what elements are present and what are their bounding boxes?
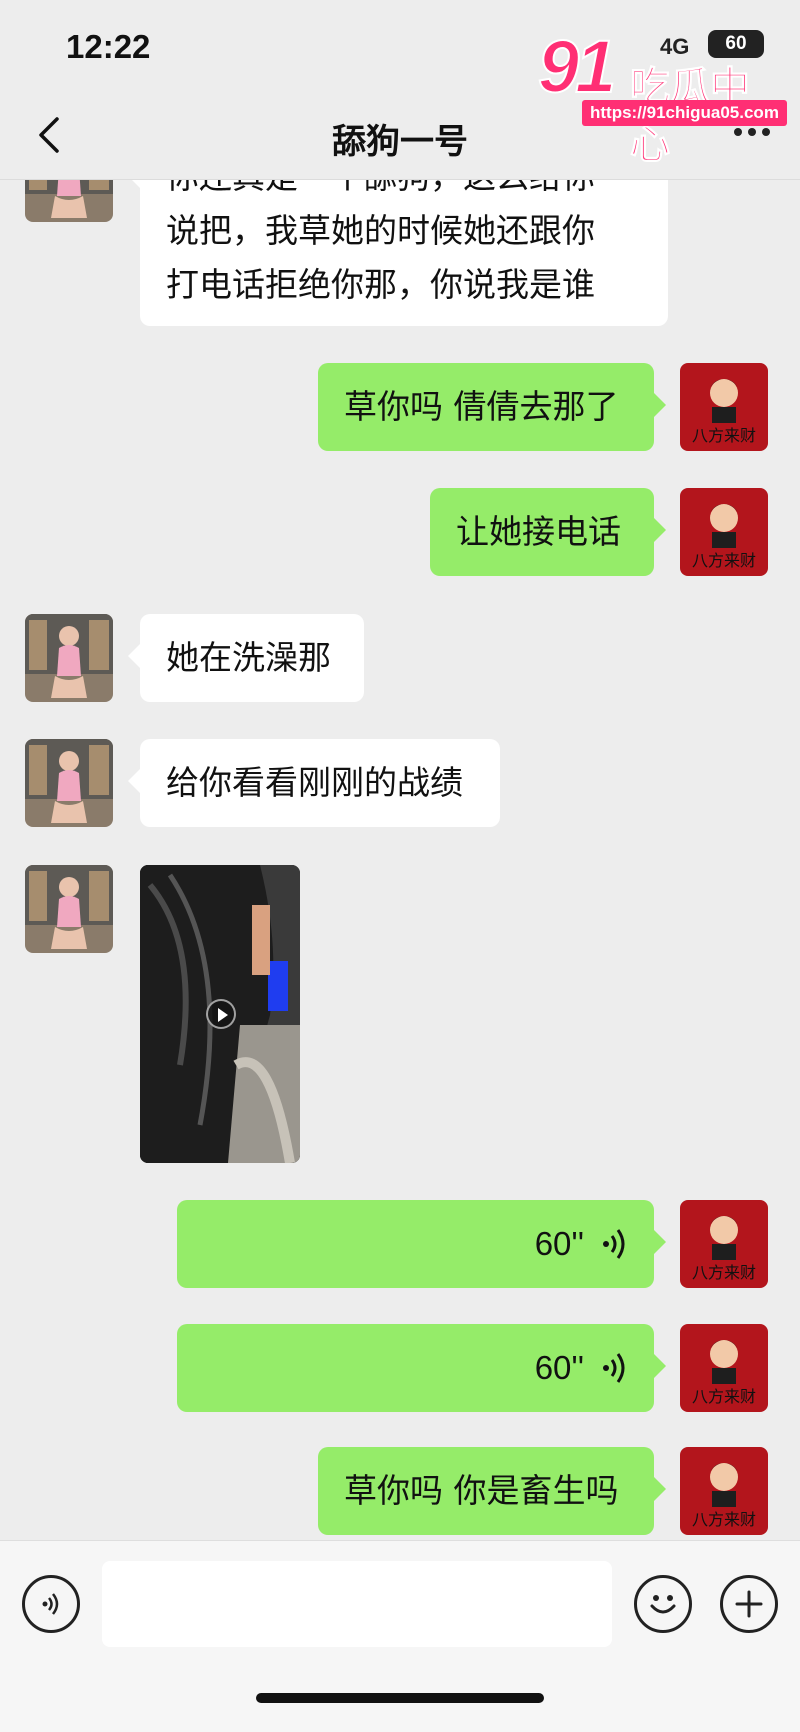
input-bar bbox=[0, 1540, 800, 1732]
plus-icon bbox=[735, 1590, 763, 1618]
user-avatar[interactable]: 八方来财 bbox=[680, 363, 768, 451]
contact-avatar[interactable] bbox=[25, 614, 113, 702]
message-bubble[interactable]: 草你吗 你是畜生吗 bbox=[318, 1447, 666, 1535]
message-row: 草你吗 你是畜生吗 八方来财 bbox=[0, 1447, 800, 1535]
voice-message[interactable]: 60'' bbox=[177, 1324, 666, 1412]
message-line: 说把，我草她的时候她还跟你 bbox=[166, 211, 595, 250]
message-row: 草你吗 倩倩去那了 八方来财 bbox=[0, 363, 800, 451]
watermark-url: https://91chigua05.com bbox=[582, 100, 787, 126]
status-time: 12:22 bbox=[66, 28, 151, 65]
message-bubble[interactable]: 你还真是一个舔狗，这么给你 说把，我草她的时候她还跟你 打电话拒绝你那，你说我是… bbox=[128, 180, 668, 326]
message-row: 60'' 八方来财 bbox=[0, 1200, 800, 1288]
voice-message[interactable]: 60'' bbox=[177, 1200, 666, 1288]
message-row bbox=[0, 865, 800, 1163]
contact-avatar[interactable] bbox=[25, 865, 113, 953]
voice-mode-button[interactable] bbox=[22, 1575, 80, 1633]
voice-wave-icon bbox=[603, 1229, 625, 1259]
message-line: 打电话拒绝你那，你说我是谁 bbox=[166, 265, 595, 304]
message-input[interactable] bbox=[102, 1561, 612, 1647]
message-bubble[interactable]: 给你看看刚刚的战绩 bbox=[128, 739, 500, 827]
watermark-number: 91 bbox=[537, 24, 617, 109]
play-icon[interactable] bbox=[206, 999, 236, 1029]
emoji-button[interactable] bbox=[634, 1575, 692, 1633]
user-avatar[interactable]: 八方来财 bbox=[680, 1200, 768, 1288]
svg-text:八方来财: 八方来财 bbox=[692, 1263, 756, 1282]
voice-wave-icon bbox=[603, 1353, 625, 1383]
message-bubble[interactable]: 让她接电话 bbox=[430, 488, 666, 576]
svg-text:八方来财: 八方来财 bbox=[692, 1387, 756, 1406]
message-bubble[interactable]: 草你吗 倩倩去那了 bbox=[318, 363, 666, 451]
home-indicator[interactable] bbox=[256, 1693, 544, 1703]
user-avatar[interactable]: 八方来财 bbox=[680, 488, 768, 576]
message-row: 给你看看刚刚的战绩 bbox=[0, 739, 800, 827]
svg-text:八方来财: 八方来财 bbox=[692, 426, 756, 445]
message-row: 你还真是一个舔狗，这么给你 说把，我草她的时候她还跟你 打电话拒绝你那，你说我是… bbox=[0, 180, 800, 326]
chat-messages[interactable]: 你还真是一个舔狗，这么给你 说把，我草她的时候她还跟你 打电话拒绝你那，你说我是… bbox=[0, 180, 800, 1540]
voice-duration: 60'' bbox=[534, 1349, 584, 1386]
message-row: 让她接电话 八方来财 bbox=[0, 488, 800, 576]
emoji-icon bbox=[650, 1595, 676, 1614]
message-row: 她在洗澡那 bbox=[0, 614, 800, 702]
contact-avatar[interactable] bbox=[25, 739, 113, 827]
user-avatar[interactable]: 八方来财 bbox=[680, 1324, 768, 1412]
voice-toggle-icon bbox=[42, 1593, 59, 1615]
message-bubble[interactable]: 她在洗澡那 bbox=[128, 614, 364, 702]
video-message[interactable] bbox=[140, 865, 300, 1163]
user-avatar[interactable]: 八方来财 bbox=[680, 1447, 768, 1535]
contact-avatar[interactable] bbox=[25, 180, 113, 222]
voice-duration: 60'' bbox=[534, 1225, 584, 1262]
watermark-logo: 91 吃瓜中心 https://91chigua05.com bbox=[537, 24, 787, 169]
message-row: 60'' 八方来财 bbox=[0, 1324, 800, 1412]
svg-text:八方来财: 八方来财 bbox=[692, 1510, 756, 1529]
plus-button[interactable] bbox=[720, 1575, 778, 1633]
message-line: 你还真是一个舔狗，这么给你 bbox=[166, 180, 642, 204]
svg-text:八方来财: 八方来财 bbox=[692, 551, 756, 570]
